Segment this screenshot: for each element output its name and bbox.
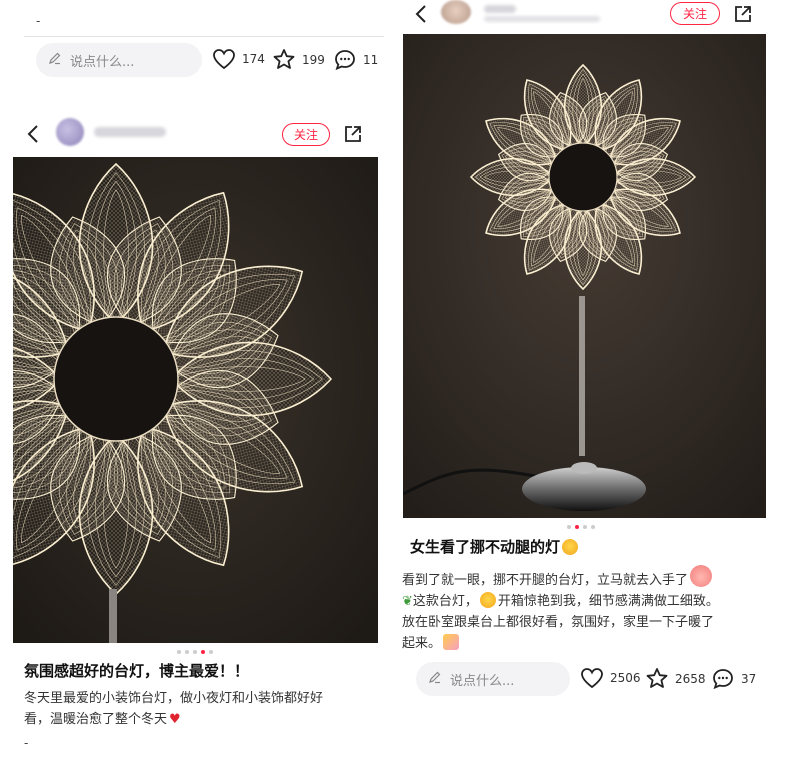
- heart-icon: [580, 667, 604, 689]
- kiss-emoji-icon: [479, 592, 496, 608]
- avatar[interactable]: [441, 0, 471, 24]
- comment-placeholder: 说点什么...: [70, 54, 135, 70]
- comment-count: 37: [741, 672, 757, 686]
- footer-dash: -: [24, 736, 29, 750]
- post-body-line: 起来。: [402, 633, 772, 654]
- couple-emoji-icon: [443, 634, 460, 650]
- like-button[interactable]: 174: [212, 48, 265, 70]
- post-body-line: 冬天里最爱的小装饰台灯，做小夜灯和小装饰都好好: [24, 691, 324, 706]
- back-icon[interactable]: [26, 124, 42, 148]
- pencil-icon: [428, 670, 442, 688]
- pencil-icon: [48, 51, 62, 69]
- post-body: 冬天里最爱的小装饰台灯，做小夜灯和小装饰都好好 看，温暖治愈了整个冬天 ♥: [24, 688, 374, 730]
- follow-button[interactable]: 关注: [670, 2, 720, 25]
- share-icon[interactable]: [733, 4, 753, 28]
- comment-button[interactable]: 37: [711, 667, 756, 691]
- collect-count: 199: [302, 52, 325, 67]
- avatar[interactable]: [56, 118, 84, 146]
- comment-placeholder: 说点什么...: [450, 673, 515, 689]
- author-name[interactable]: [484, 5, 516, 13]
- carousel-dots: [562, 525, 600, 529]
- post-body-line: ❦这款台灯， 开箱惊艳到我，细节感满满做工细致。: [402, 592, 719, 609]
- comment-icon: [711, 667, 735, 691]
- comment-count: 11: [363, 53, 379, 67]
- top-separator: [24, 36, 384, 37]
- star-icon: [272, 48, 296, 71]
- heart-emoji-icon: ♥: [169, 712, 181, 727]
- like-count: 2506: [610, 671, 641, 685]
- collect-button[interactable]: 2658: [645, 667, 706, 690]
- star-icon: [645, 667, 669, 690]
- comment-input[interactable]: 说点什么...: [416, 662, 570, 696]
- post-body-line: 看到了就一眼，挪不开腿的台灯，立马就去入手了: [402, 565, 772, 591]
- share-icon[interactable]: [343, 124, 363, 148]
- comment-input[interactable]: 说点什么...: [36, 43, 202, 77]
- collect-count: 2658: [675, 671, 706, 686]
- pig-emoji-icon: [690, 565, 713, 587]
- author-subtitle: [484, 16, 600, 22]
- heart-icon: [212, 48, 236, 70]
- divider-dash: -: [36, 14, 41, 28]
- carousel-dots: [172, 650, 218, 654]
- post-body-line: 看，温暖治愈了整个冬天 ♥: [24, 712, 181, 727]
- lamp-illustration: [403, 34, 766, 518]
- like-button[interactable]: 2506: [580, 667, 641, 689]
- back-icon[interactable]: [414, 4, 430, 28]
- post-body-line: 放在卧室跟桌台上都很好看，氛围好，家里一下子暖了: [402, 615, 715, 630]
- lamp-illustration: [13, 157, 378, 643]
- comment-icon: [333, 48, 357, 72]
- post-body: 看到了就一眼，挪不开腿的台灯，立马就去入手了 ❦这款台灯， 开箱惊艳到我，细节感满…: [402, 565, 772, 654]
- post-title: 氛围感超好的台灯，博主最爱！！: [24, 662, 250, 680]
- author-name[interactable]: [94, 127, 166, 137]
- post-image[interactable]: [13, 157, 378, 643]
- comment-button[interactable]: 11: [333, 48, 378, 72]
- blushing-emoji-icon: [562, 539, 579, 555]
- follow-button[interactable]: 关注: [282, 123, 330, 146]
- like-count: 174: [242, 52, 265, 66]
- collect-button[interactable]: 199: [272, 48, 325, 71]
- post-title: 女生看了挪不动腿的灯: [410, 536, 580, 557]
- leaf-emoji-icon: ❦: [402, 594, 413, 609]
- post-image[interactable]: [403, 34, 766, 518]
